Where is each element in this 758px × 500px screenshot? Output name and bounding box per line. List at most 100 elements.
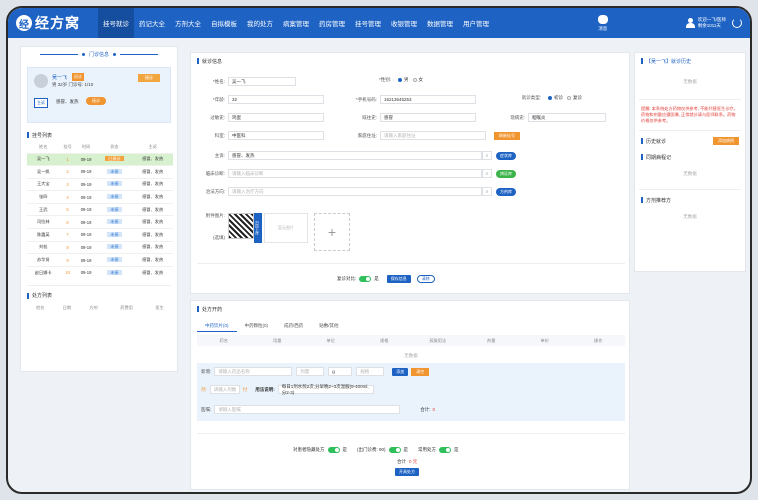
top-bar: 经 经方窝 挂号就诊 药记大全 方剂大全 自拟模板 我的处方 病案管理 药房管理 挂号管理 收银… — [8, 8, 750, 38]
table-row[interactable]: 王武 5 09-19 未接 感冒、发热 — [27, 202, 173, 216]
table-row[interactable]: 吴一飞 1 09-19 已接诊 感冒、发热 — [27, 152, 173, 166]
table-row[interactable]: 刘桂 8 09-19 未接 感冒、发热 — [27, 240, 173, 254]
gender-male-radio[interactable] — [398, 78, 402, 82]
queue-status: 未接 — [96, 202, 133, 216]
address-input[interactable]: 请输入家庭住址 — [380, 131, 486, 140]
queue-title: 挂号列表 — [21, 129, 177, 141]
message-button[interactable]: 消息 — [597, 14, 608, 32]
prescription-panel: 处方开药 中药饮片(0) 中药颗粒(0) 成药/西药 贴敷/其他 药名 用量 单位 规格 煎服… — [190, 300, 630, 490]
nav-item-10[interactable]: 用户管理 — [458, 8, 494, 38]
queue-status: 已接诊 — [96, 152, 133, 166]
section3-title: 方剂推荐方 — [635, 194, 745, 206]
user-days: 剩余1011天 — [697, 23, 721, 28]
table-row[interactable]: 陈霞英 7 09-19 未接 感冒、发热 — [27, 228, 173, 242]
issue-rx-button[interactable]: 开具处方 — [395, 468, 419, 476]
clinic-fee-value: 是 — [403, 447, 409, 452]
queue-status: 未接 — [96, 228, 133, 242]
age-input[interactable]: 32 — [228, 95, 324, 104]
search-icon[interactable]: ⌕ — [482, 151, 492, 160]
rx-col-header: 单位 — [326, 337, 335, 343]
queue-status: 未接 — [96, 190, 133, 204]
gender-female-radio[interactable] — [412, 78, 417, 82]
user-menu[interactable]: 欢迎一飞/医师 剩余1011天 — [685, 17, 742, 29]
table-row[interactable]: 吴一帆 2 09-19 未接 感冒、发热 — [27, 165, 173, 179]
queue-time: 09-19 — [75, 240, 97, 254]
queue-desc: 感冒、发热 — [132, 190, 173, 204]
nav-item-3[interactable]: 自拟模板 — [206, 8, 242, 38]
common-rx-toggle[interactable] — [439, 447, 452, 453]
scan-upload-tab[interactable]: 扫码上传 — [254, 213, 262, 243]
visit-first-radio[interactable] — [548, 96, 552, 100]
visit-first-label: 初诊 — [554, 95, 563, 100]
queue-time: 09-19 — [75, 202, 97, 216]
symptom-library-button[interactable]: 症状库 — [496, 151, 516, 160]
search-icon[interactable]: ⌕ — [482, 187, 492, 196]
formula-library-button[interactable]: 方剂库 — [496, 187, 516, 196]
rx-col-header: 规格 — [380, 337, 389, 343]
treatment-input[interactable]: 请输入治疗方向 — [228, 187, 482, 196]
add-drug-button[interactable]: 添加 — [392, 367, 409, 376]
start-visit-button[interactable]: 接诊 — [86, 97, 106, 105]
queue-name: 吴一飞 — [27, 152, 60, 166]
current-patient-card: 吴一飞 初诊 男 32岁 门诊号: 1/10 接诊 主诉 感冒、发热 接诊 — [27, 67, 171, 123]
address-label: 家庭住址: — [357, 132, 377, 138]
add-case-button[interactable]: 添加病例 — [713, 137, 739, 145]
nav-item-8[interactable]: 收银管理 — [386, 8, 422, 38]
allergy-input[interactable]: 鸡蛋 — [228, 113, 324, 122]
dept-select[interactable]: 中医科 — [228, 131, 324, 140]
clinic-info-title: 门诊信息 — [88, 51, 109, 58]
table-row[interactable]: 苏华贤 9 09-19 未接 感冒、发热 — [27, 253, 173, 267]
queue-name: 刘桂 — [27, 240, 60, 254]
table-row[interactable]: 张四 4 09-19 未接 感冒、发热 — [27, 190, 173, 204]
diagnosis-input[interactable]: 请输入临床诊断 — [228, 169, 482, 178]
nav-item-7[interactable]: 挂号管理 — [350, 8, 386, 38]
section3-empty: 无数据 — [683, 214, 697, 219]
visit-return-radio[interactable] — [567, 96, 571, 100]
refresh-register-button[interactable]: 刷新挂号 — [494, 131, 520, 140]
nav-item-5[interactable]: 病案管理 — [278, 8, 314, 38]
status-badge: 未接 — [107, 168, 122, 174]
dose-input[interactable]: 请输入剂数 — [209, 385, 240, 394]
save-info-button[interactable]: 保存信息 — [386, 275, 411, 283]
drug-name-input[interactable]: 请输入药品名称 — [214, 367, 293, 376]
clinic-fee-toggle[interactable] — [388, 447, 401, 453]
drug-unit-select[interactable]: g — [328, 367, 353, 376]
tab-rx-0[interactable]: 中药饮片(0) — [197, 321, 237, 332]
upload-image-button[interactable]: + — [314, 213, 350, 251]
nav-item-9[interactable]: 数据管理 — [422, 8, 458, 38]
current-history-input[interactable]: 咽喉炎 — [528, 113, 606, 122]
phone-input[interactable]: 15213645253 — [380, 95, 476, 104]
nav-item-2[interactable]: 方剂大全 — [170, 8, 206, 38]
receive-button[interactable]: 接诊 — [138, 74, 160, 82]
logout-icon[interactable] — [732, 18, 742, 28]
tab-rx-3[interactable]: 贴敷/其他 — [311, 321, 346, 332]
drug-qty-input[interactable]: 剂量 — [296, 367, 325, 376]
table-row[interactable]: 王大宝 3 09-19 未接 感冒、发热 — [27, 177, 173, 191]
table-row[interactable]: 司拉林 6 09-19 未接 感冒、发热 — [27, 215, 173, 229]
drug-spec-input[interactable]: 规格 — [356, 367, 385, 376]
name-input[interactable]: 吴一飞 — [228, 77, 296, 86]
past-history-input[interactable]: 感冒 — [380, 113, 476, 122]
queue-name: 吴一帆 — [27, 165, 60, 179]
tab-rx-1[interactable]: 中药颗粒(0) — [237, 321, 277, 332]
queue-name: 王武 — [27, 202, 60, 216]
search-icon[interactable]: ⌕ — [482, 169, 492, 178]
nav-item-6[interactable]: 药房管理 — [314, 8, 350, 38]
clear-button[interactable]: 清除 — [416, 275, 435, 283]
revisit-toggle[interactable] — [359, 276, 372, 282]
nav-item-0[interactable]: 挂号就诊 — [98, 8, 134, 38]
complaint-input[interactable]: 感冒、发热 — [228, 151, 482, 160]
clear-drug-button[interactable]: 清空 — [411, 367, 430, 376]
tab-rx-2[interactable]: 成药/西药 — [276, 321, 311, 332]
nav-item-1[interactable]: 药记大全 — [134, 8, 170, 38]
usage-input[interactable]: 每日1剂水煎2次,分早晚2~3次温服(9-400ml,分2-3) — [277, 384, 374, 395]
table-row[interactable]: 赵日娜卡 10 09-19 未接 感冒、发热 — [27, 265, 173, 279]
syndrome-library-button[interactable]: 辨证库 — [496, 169, 516, 178]
queue-status: 未接 — [96, 253, 133, 267]
form-title: 就诊信息 — [191, 55, 629, 67]
queue-col-header: 姓名 — [39, 143, 48, 149]
hide-rx-toggle[interactable] — [327, 447, 340, 453]
past-history-label: 既往史: — [362, 114, 377, 120]
advice-input[interactable]: 请输入医嘱 — [214, 405, 401, 414]
nav-item-4[interactable]: 我的处方 — [242, 8, 278, 38]
